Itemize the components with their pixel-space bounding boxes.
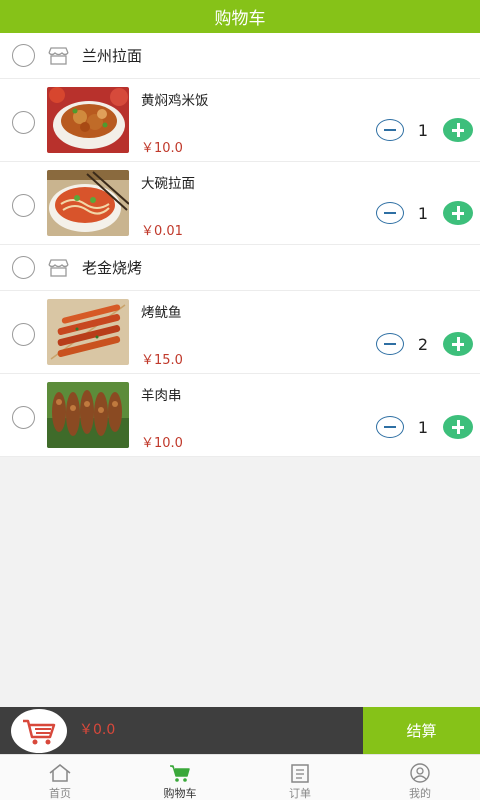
tab-orders[interactable]: 订单 bbox=[240, 755, 360, 800]
item-price: ￥0.01 bbox=[141, 224, 183, 239]
item-name: 羊肉串 bbox=[141, 388, 182, 404]
shop-header: 老金烧烤 bbox=[0, 245, 480, 291]
order-icon bbox=[291, 764, 309, 783]
item-name: 黄焖鸡米饭 bbox=[141, 93, 209, 109]
title-bar: 购物车 bbox=[0, 0, 480, 33]
item-name: 烤鱿鱼 bbox=[141, 305, 182, 321]
increase-button[interactable] bbox=[443, 201, 473, 225]
tab-orders-label: 订单 bbox=[289, 787, 311, 800]
item-price: ￥10.0 bbox=[141, 436, 183, 451]
decrease-button[interactable] bbox=[376, 202, 404, 224]
food-image bbox=[47, 299, 129, 365]
cart-item: 大碗拉面 ￥0.01 1 bbox=[0, 162, 480, 245]
item-select-radio[interactable] bbox=[12, 406, 35, 429]
cart-item: 羊肉串 ￥10.0 1 bbox=[0, 374, 480, 457]
item-name: 大碗拉面 bbox=[141, 176, 195, 192]
cart-item: 黄焖鸡米饭 ￥10.0 1 bbox=[0, 79, 480, 162]
cart-item: 烤鱿鱼 ￥15.0 2 bbox=[0, 291, 480, 374]
food-image bbox=[47, 170, 129, 236]
food-image bbox=[47, 87, 129, 153]
store-icon bbox=[48, 46, 69, 65]
decrease-button[interactable] bbox=[376, 416, 404, 438]
tab-cart[interactable]: 购物车 bbox=[120, 755, 240, 800]
item-price: ￥15.0 bbox=[141, 353, 183, 368]
item-quantity: 1 bbox=[417, 121, 429, 140]
decrease-button[interactable] bbox=[376, 333, 404, 355]
shop-name: 老金烧烤 bbox=[82, 259, 143, 277]
checkout-button[interactable]: 结算 bbox=[363, 707, 480, 754]
item-select-radio[interactable] bbox=[12, 194, 35, 217]
increase-button[interactable] bbox=[443, 332, 473, 356]
page-title: 购物车 bbox=[214, 9, 266, 29]
item-price: ￥10.0 bbox=[141, 141, 183, 156]
increase-button[interactable] bbox=[443, 415, 473, 439]
item-quantity: 1 bbox=[417, 204, 429, 223]
shop-select-radio[interactable] bbox=[12, 256, 35, 279]
store-icon bbox=[48, 258, 69, 277]
item-select-radio[interactable] bbox=[12, 323, 35, 346]
cart-total: ￥0.0 bbox=[79, 722, 116, 738]
profile-icon bbox=[410, 763, 430, 783]
tab-home[interactable]: 首页 bbox=[0, 755, 120, 800]
home-icon bbox=[49, 764, 71, 782]
item-quantity: 1 bbox=[417, 418, 429, 437]
increase-button[interactable] bbox=[443, 118, 473, 142]
tab-profile-label: 我的 bbox=[409, 787, 431, 800]
cart-icon bbox=[23, 719, 56, 745]
decrease-button[interactable] bbox=[376, 119, 404, 141]
shop-select-radio[interactable] bbox=[12, 44, 35, 67]
tab-cart-label: 购物车 bbox=[163, 787, 197, 800]
tab-profile[interactable]: 我的 bbox=[360, 755, 480, 800]
cart-icon bbox=[170, 765, 190, 782]
item-quantity: 2 bbox=[417, 335, 429, 354]
cart-list: 兰州拉面 黄焖鸡米饭 ￥10.0 1 大碗拉面 ￥0.01 1 老金烧烤 烤鱿鱼… bbox=[0, 33, 480, 457]
cart-badge[interactable] bbox=[11, 709, 67, 753]
tab-home-label: 首页 bbox=[49, 787, 71, 800]
food-image bbox=[47, 382, 129, 448]
item-select-radio[interactable] bbox=[12, 111, 35, 134]
bottom-tab-bar: 首页 购物车 订单 我的 bbox=[0, 754, 480, 800]
shop-header: 兰州拉面 bbox=[0, 33, 480, 79]
shop-name: 兰州拉面 bbox=[82, 47, 143, 65]
